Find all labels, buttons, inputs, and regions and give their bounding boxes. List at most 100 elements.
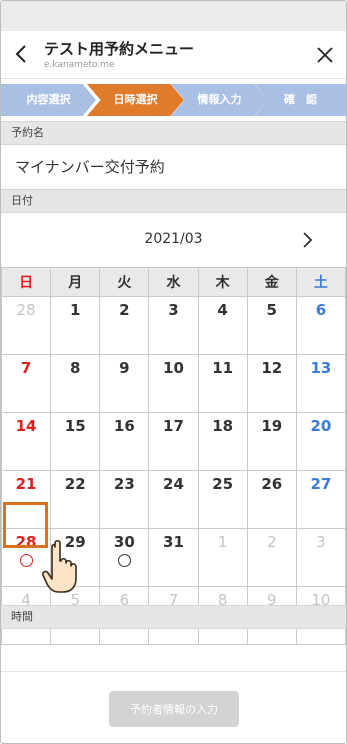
day-number: 18 [212,417,234,435]
day-number: 2 [119,301,130,319]
site-domain: e.kanameto.me [44,60,115,70]
calendar-day[interactable]: 12 [246,354,297,413]
reservation-name-label: 予約名 [1,121,346,145]
calendar-day[interactable]: 3 [148,296,199,355]
day-number: 2 [267,533,277,551]
chevron-right-icon[interactable] [300,231,314,249]
calendar-day[interactable]: 14 [1,412,52,471]
calendar-day[interactable]: 19 [246,412,297,471]
day-number: 13 [310,359,332,377]
day-number: 7 [20,359,32,377]
day-number: 6 [315,301,327,319]
day-number: 8 [69,359,81,377]
available-circle-icon [117,554,131,567]
calendar-day[interactable]: 23 [99,470,150,529]
time-slot-area [1,629,346,672]
calendar-day[interactable]: 25 [197,470,248,529]
calendar-day[interactable]: 5 [246,296,297,355]
weekday-friday: 金 [246,267,297,297]
weekday-tuesday: 火 [99,267,150,297]
calendar-day[interactable]: 15 [50,412,101,471]
calendar-day[interactable]: 26 [246,470,297,529]
status-bar [1,1,346,31]
close-icon[interactable] [315,45,335,65]
calendar-week: 14 15 16 17 18 19 20 [1,412,346,471]
day-number: 19 [261,417,283,435]
calendar-day[interactable]: 16 [99,412,150,471]
day-number: 10 [163,359,184,377]
day-number: 1 [217,533,228,551]
day-number: 27 [310,475,332,493]
step-progress: 内容選択 日時選択 情報入力 確 認 [1,79,346,121]
day-number: 5 [266,301,277,319]
calendar-day[interactable]: 17 [148,412,199,471]
weekday-thursday: 木 [197,267,248,297]
reservation-name-value: マイナンバー交付予約 [15,158,165,176]
weekday-monday: 月 [50,267,101,297]
day-number: 30 [113,533,135,551]
day-number: 9 [119,359,130,377]
day-number: 4 [217,301,228,319]
day-number: 24 [163,475,184,493]
day-number: 16 [113,417,135,435]
weekday-header-row: 日 月 火 水 木 金 土 [1,267,346,297]
current-month: 2021/03 [144,231,203,247]
step-confirm[interactable]: 確 認 [255,84,346,116]
pointing-hand-icon [42,539,77,593]
back-arrow-icon[interactable] [11,43,31,65]
day-number: 1 [69,301,81,319]
calendar-day[interactable]: 21 [1,470,52,529]
month-navigation: 2021/03 [1,219,346,267]
app-frame: テスト用予約メニュー e.kanameto.me 内容選択 日時選択 情報入力 … [0,0,347,744]
day-number: 31 [163,533,184,551]
calendar-day[interactable]: 1 [197,528,248,587]
header: テスト用予約メニュー e.kanameto.me [1,31,346,79]
step-content-select[interactable]: 内容選択 [1,84,96,116]
calendar-week: 21 22 23 24 25 26 27 [1,470,346,529]
calendar-day[interactable]: 30 [99,528,150,587]
day-number: 22 [64,475,86,493]
calendar-day[interactable]: 10 [148,354,199,413]
calendar-day[interactable]: 2 [246,528,297,587]
day-number: 12 [261,359,283,377]
day-number: 17 [163,417,184,435]
calendar-day[interactable]: 2 [99,296,150,355]
calendar-day[interactable]: 18 [197,412,248,471]
step-datetime-select[interactable]: 日時選択 [87,84,184,116]
calendar-day[interactable]: 7 [1,354,52,413]
weekday-wednesday: 水 [148,267,199,297]
day-number: 21 [15,475,37,493]
calendar-week: 28 1 2 3 4 5 6 [1,296,346,355]
step-info-input[interactable]: 情報入力 [171,84,268,116]
enter-reserver-info-button[interactable]: 予約者情報の入力 [109,691,239,727]
calendar-day[interactable]: 9 [99,354,150,413]
day-number: 26 [261,475,283,493]
day-number: 28 [16,301,36,319]
calendar-day[interactable]: 31 [148,528,199,587]
page-title: テスト用予約メニュー [44,40,195,58]
day-number: 11 [212,359,234,377]
weekday-sunday: 日 [1,267,52,297]
day-number: 15 [64,417,86,435]
calendar-day[interactable]: 28 [1,296,52,355]
calendar-day[interactable]: 22 [50,470,101,529]
day-number: 23 [113,475,135,493]
time-label: 時間 [1,605,346,629]
day-number: 14 [15,417,37,435]
calendar-day[interactable]: 13 [295,354,346,413]
calendar-day[interactable]: 20 [295,412,346,471]
weekday-saturday: 土 [295,267,346,297]
calendar-week: 7 8 9 10 11 12 13 [1,354,346,413]
calendar-day[interactable]: 11 [197,354,248,413]
available-circle-icon [19,554,33,567]
day-number: 3 [168,301,179,319]
calendar-day[interactable]: 8 [50,354,101,413]
calendar-day[interactable]: 27 [295,470,346,529]
calendar-day[interactable]: 1 [50,296,101,355]
day-number: 25 [212,475,234,493]
calendar-day[interactable]: 6 [295,296,346,355]
calendar-day[interactable]: 4 [197,296,248,355]
time-section: 時間 [1,605,346,672]
calendar-day[interactable]: 24 [148,470,199,529]
calendar-day[interactable]: 3 [295,528,346,587]
